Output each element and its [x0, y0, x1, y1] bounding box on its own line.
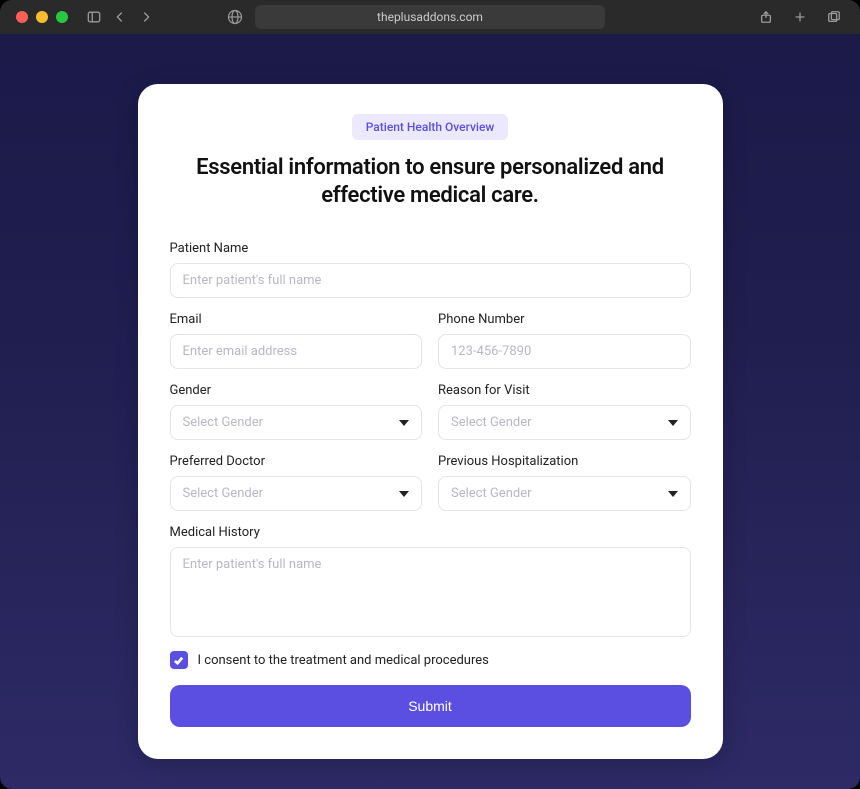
email-label: Email [170, 312, 423, 327]
traffic-lights [16, 11, 68, 23]
reason-select[interactable]: Select Gender [438, 405, 691, 440]
page-content: Patient Health Overview Essential inform… [0, 34, 860, 789]
address-bar-text: theplusaddons.com [377, 10, 483, 24]
hospitalization-label: Previous Hospitalization [438, 454, 691, 469]
tabs-overview-icon[interactable] [824, 7, 844, 27]
consent-checkbox[interactable] [170, 651, 188, 669]
forward-button[interactable] [136, 7, 156, 27]
new-tab-icon[interactable] [790, 7, 810, 27]
globe-icon [227, 9, 243, 25]
history-textarea[interactable] [170, 547, 691, 637]
history-label: Medical History [170, 525, 691, 540]
close-window-button[interactable] [16, 11, 28, 23]
submit-button[interactable]: Submit [170, 685, 691, 727]
phone-label: Phone Number [438, 312, 691, 327]
chevron-down-icon [668, 491, 678, 497]
maximize-window-button[interactable] [56, 11, 68, 23]
check-icon [173, 655, 184, 666]
reason-select-value: Select Gender [451, 415, 532, 430]
doctor-select-value: Select Gender [183, 486, 264, 501]
hospitalization-select[interactable]: Select Gender [438, 476, 691, 511]
form-badge: Patient Health Overview [352, 114, 509, 140]
chevron-down-icon [668, 420, 678, 426]
gender-select[interactable]: Select Gender [170, 405, 423, 440]
email-input[interactable] [170, 334, 423, 369]
address-bar[interactable]: theplusaddons.com [255, 5, 605, 29]
doctor-select[interactable]: Select Gender [170, 476, 423, 511]
titlebar: theplusaddons.com [0, 0, 860, 34]
hospitalization-select-value: Select Gender [451, 486, 532, 501]
minimize-window-button[interactable] [36, 11, 48, 23]
patient-name-input[interactable] [170, 263, 691, 298]
share-icon[interactable] [756, 7, 776, 27]
gender-label: Gender [170, 383, 423, 398]
patient-name-label: Patient Name [170, 241, 691, 256]
sidebar-toggle-icon[interactable] [84, 7, 104, 27]
form-headline: Essential information to ensure personal… [170, 154, 691, 211]
reason-label: Reason for Visit [438, 383, 691, 398]
phone-input[interactable] [438, 334, 691, 369]
back-button[interactable] [110, 7, 130, 27]
gender-select-value: Select Gender [183, 415, 264, 430]
chevron-down-icon [399, 420, 409, 426]
doctor-label: Preferred Doctor [170, 454, 423, 469]
form-card: Patient Health Overview Essential inform… [138, 84, 723, 759]
browser-window: theplusaddons.com Patient Health Overvie… [0, 0, 860, 789]
chevron-down-icon [399, 491, 409, 497]
consent-label: I consent to the treatment and medical p… [198, 653, 489, 668]
